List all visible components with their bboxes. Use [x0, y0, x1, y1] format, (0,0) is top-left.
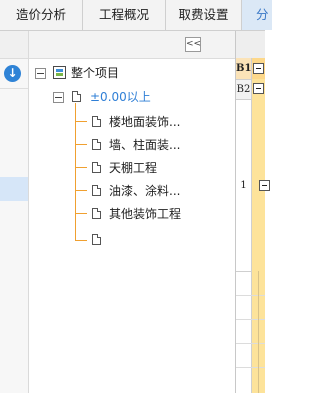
top-tab-bar: 造价分析 工程概况 取费设置 分 [0, 0, 272, 31]
grid-line [258, 271, 259, 393]
file-icon [92, 139, 101, 150]
tree-node-above-zero[interactable]: ±0.00以上 [90, 87, 151, 107]
collapse-toggle-icon[interactable] [253, 83, 264, 94]
tree-node-paint-coating[interactable]: 油漆、涂料... [109, 181, 180, 201]
tree-panel-header [29, 31, 235, 59]
tree-node-ceiling[interactable]: 天棚工程 [109, 158, 157, 178]
tree-connector [75, 167, 87, 168]
grid-line [236, 343, 265, 344]
collapse-toggle-icon[interactable] [259, 180, 270, 191]
budget-grid: B1 B2 1 [236, 31, 270, 393]
left-strip-header [0, 31, 28, 59]
collapse-panel-button[interactable]: << [185, 37, 201, 52]
left-panel-strip: ↓ [0, 31, 29, 393]
tree-root-label[interactable]: 整个项目 [71, 63, 119, 83]
tree-node-floor-decoration[interactable]: 楼地面装饰... [109, 112, 180, 132]
tab-project-overview[interactable]: 工程概况 [83, 0, 166, 30]
file-icon [92, 162, 101, 173]
project-icon [53, 66, 66, 79]
tab-cost-analysis[interactable]: 造价分析 [0, 0, 83, 30]
tab-fee-settings[interactable]: 取费设置 [166, 0, 242, 30]
collapse-toggle-icon[interactable] [253, 63, 264, 74]
tab-partial[interactable]: 分 [242, 0, 272, 30]
collapse-toggle-icon[interactable] [35, 68, 46, 79]
row-header-b2[interactable]: B2 [236, 79, 252, 99]
collapse-toggle-icon[interactable] [53, 92, 64, 103]
download-circle-icon[interactable]: ↓ [4, 65, 21, 82]
project-tree-panel: << 整个项目 ±0.00以上 楼地面装饰... 墙、柱面装... 天棚工程 油… [29, 31, 236, 393]
grid-line [236, 319, 265, 320]
grid-header [236, 31, 265, 59]
file-icon [92, 185, 101, 196]
tree-connector [75, 213, 87, 214]
tree-connector-vertical [75, 103, 76, 241]
tree-node-other-decoration[interactable]: 其他装饰工程 [109, 204, 181, 224]
tree-connector [75, 190, 87, 191]
tree-connector [75, 240, 87, 241]
tree-connector [75, 121, 87, 122]
tree-connector [75, 144, 87, 145]
tree-node-wall-column[interactable]: 墙、柱面装... [109, 135, 180, 155]
grid-line [236, 295, 265, 296]
file-icon [92, 208, 101, 219]
empty-row-headers [236, 271, 252, 393]
row-header-b1[interactable]: B1 [236, 58, 252, 79]
divider [0, 88, 28, 89]
file-icon [92, 116, 101, 127]
grid-line [236, 367, 265, 368]
file-icon [72, 91, 81, 102]
file-icon [92, 234, 101, 245]
row-header-1[interactable]: 1 [236, 99, 252, 271]
selected-row-highlight[interactable] [0, 177, 28, 201]
